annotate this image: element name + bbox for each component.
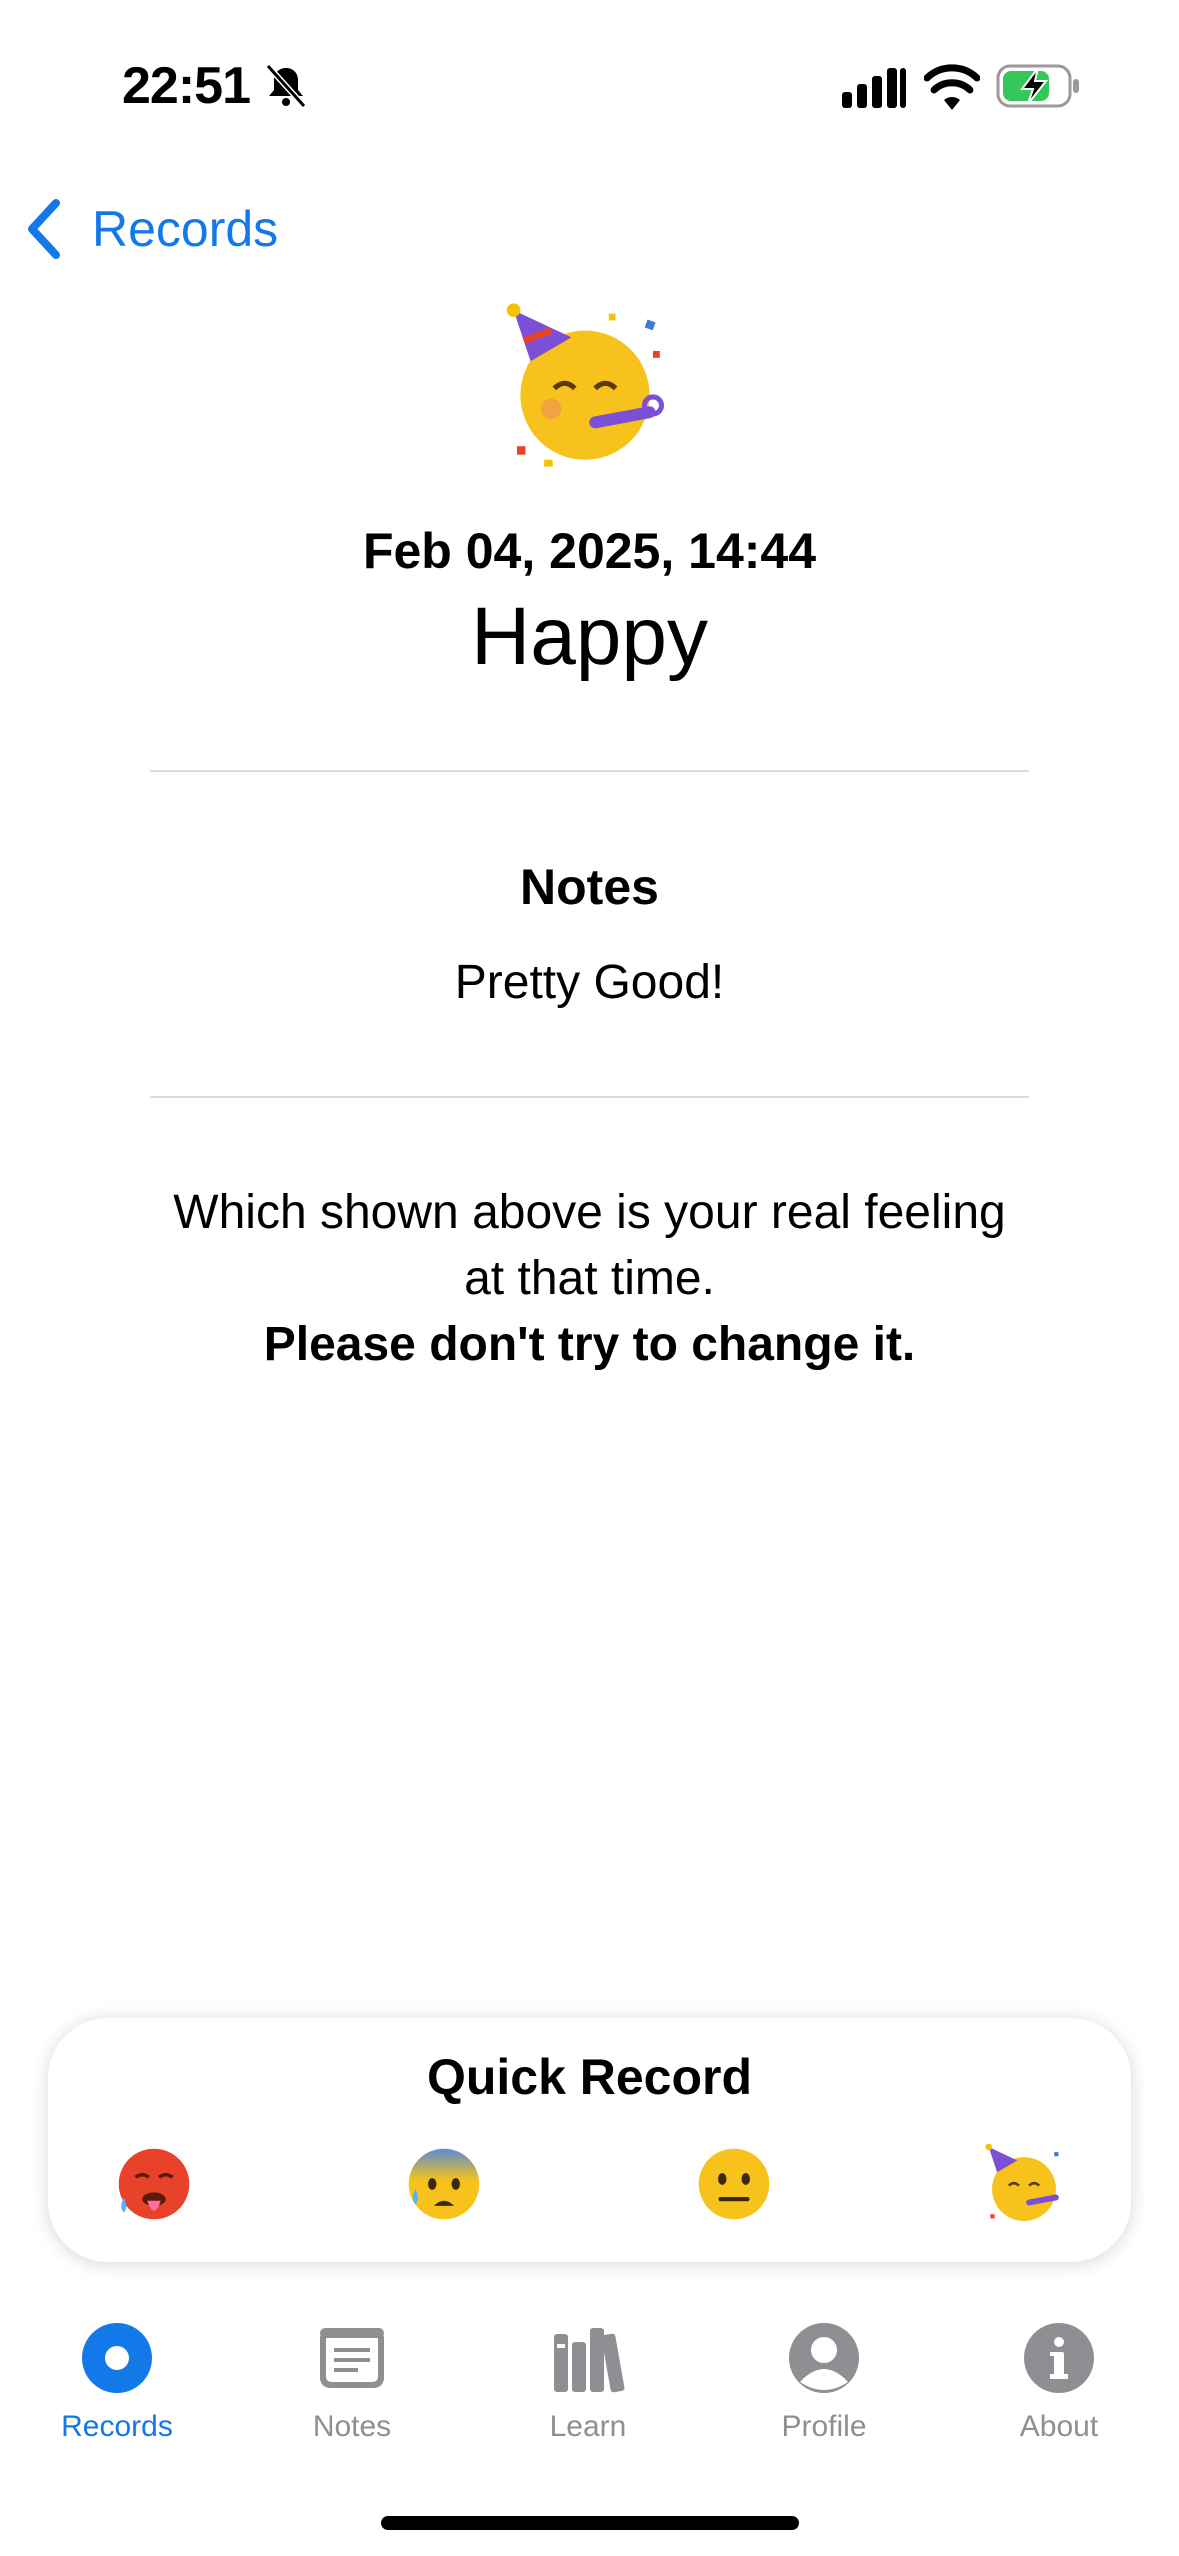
partying-face-icon[interactable] xyxy=(982,2142,1066,2226)
quick-record-title: Quick Record xyxy=(426,2049,753,2105)
tab-label: Profile xyxy=(781,2410,867,2443)
tab-learn[interactable]: Learn xyxy=(498,2320,678,2460)
books-icon xyxy=(554,2328,625,2393)
neutral-face-icon[interactable] xyxy=(692,2142,776,2226)
info-message: Which shown above is your real feeling a… xyxy=(150,1180,1029,1378)
status-time: 22:51 xyxy=(122,57,251,115)
tab-profile[interactable]: Profile xyxy=(734,2320,914,2460)
hot-face-icon[interactable] xyxy=(112,2142,196,2226)
anxious-face-with-sweat-icon[interactable] xyxy=(402,2142,486,2226)
info-line: Which shown above is your real feeling a… xyxy=(173,1186,1006,1305)
tab-label: Learn xyxy=(549,2410,627,2443)
person-icon xyxy=(789,2323,859,2393)
back-label: Records xyxy=(92,201,279,257)
home-indicator xyxy=(381,2516,799,2530)
back-button[interactable]: Records xyxy=(22,192,278,266)
tab-about[interactable]: About xyxy=(969,2320,1149,2460)
notes-icon xyxy=(320,2328,384,2388)
tab-label: Notes xyxy=(312,2410,392,2443)
tab-label: About xyxy=(1019,2410,1099,2443)
divider xyxy=(150,770,1029,772)
info-warning: Please don't try to change it. xyxy=(263,1318,916,1371)
records-icon xyxy=(82,2323,152,2393)
info-icon xyxy=(1024,2323,1094,2393)
tab-records[interactable]: Records xyxy=(27,2320,207,2460)
battery-charging-icon xyxy=(996,64,1079,108)
partying-face-icon xyxy=(506,303,665,467)
notes-text: Pretty Good! xyxy=(454,956,725,1009)
divider xyxy=(150,1096,1029,1098)
record-date: Feb 04, 2025, 14:44 xyxy=(362,523,817,579)
cellular-signal-icon xyxy=(842,68,906,108)
notes-heading: Notes xyxy=(520,859,659,915)
chevron-left-icon xyxy=(28,199,60,259)
wifi-icon xyxy=(924,64,980,110)
tab-notes[interactable]: Notes xyxy=(262,2320,442,2460)
tab-label: Records xyxy=(61,2410,173,2443)
mood-label: Happy xyxy=(470,591,709,682)
bell-slash-icon xyxy=(265,63,307,109)
quick-record-card: Quick Record xyxy=(48,2018,1131,2262)
